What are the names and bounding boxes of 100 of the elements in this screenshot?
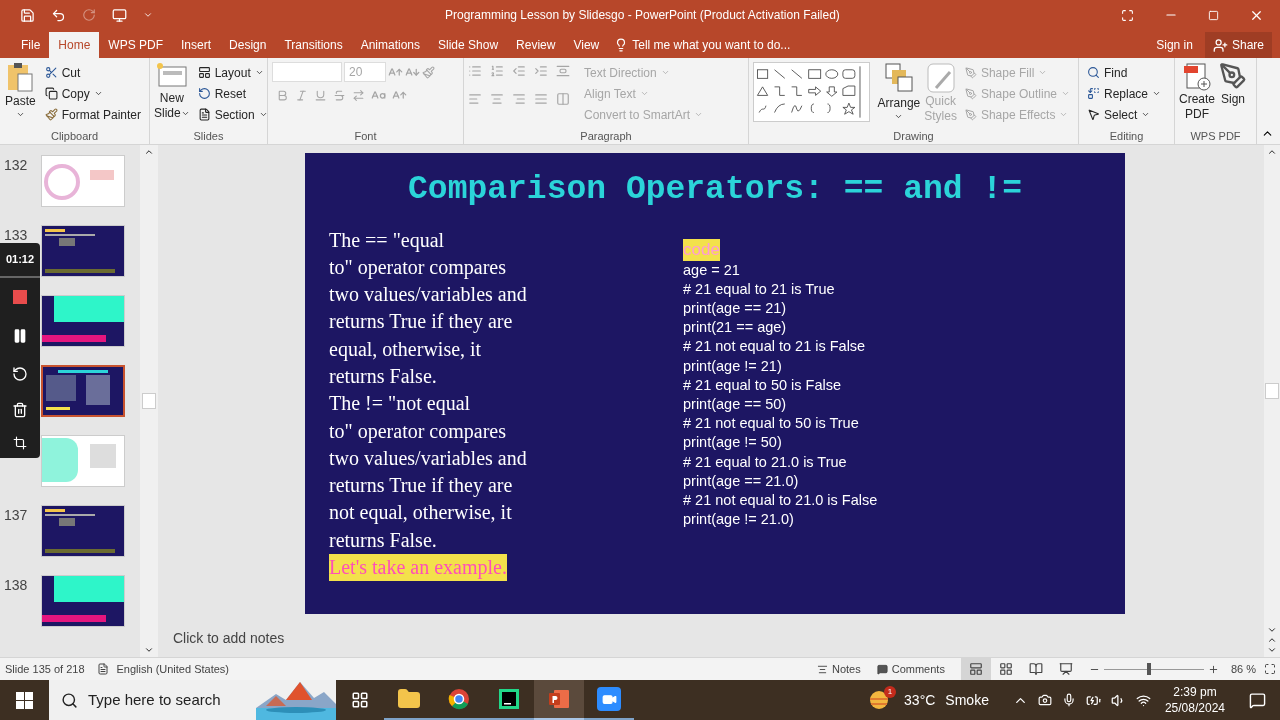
- sign-in-link[interactable]: Sign in: [1144, 36, 1205, 54]
- notes-button[interactable]: Notes: [809, 660, 869, 678]
- ribbon-button[interactable]: Find: [1083, 62, 1166, 83]
- zoom-in-icon[interactable]: [1207, 663, 1219, 675]
- zoom-level[interactable]: 86 %: [1230, 660, 1256, 678]
- clock-date[interactable]: 25/08/2024: [1164, 700, 1225, 716]
- slide-thumbnail[interactable]: [41, 155, 125, 207]
- code-line: # 21 not equal to 50 is True: [683, 414, 859, 434]
- create-pdf-button[interactable]: Create PDF: [1179, 62, 1216, 122]
- pdf-file-icon: [1183, 62, 1211, 92]
- scroll-down-icon[interactable]: [1267, 625, 1277, 635]
- menu-tab[interactable]: Slide Show: [429, 32, 508, 58]
- notes-field[interactable]: Click to add notes: [173, 628, 285, 649]
- scroll-up-icon[interactable]: [1267, 147, 1277, 157]
- slideshow-icon[interactable]: [112, 7, 127, 23]
- task-view-icon[interactable]: [351, 691, 369, 709]
- slide-number: 133: [4, 227, 28, 243]
- view-button[interactable]: [960, 658, 991, 680]
- weather-label[interactable]: Smoke: [945, 689, 989, 711]
- caret-icon: [1141, 110, 1151, 119]
- normal-view-icon: [968, 662, 983, 676]
- fit-slide-icon[interactable]: [1264, 663, 1276, 675]
- slide-thumbnail[interactable]: [41, 435, 125, 487]
- copy-icon: [44, 87, 58, 100]
- ribbon-button[interactable]: Replace: [1083, 83, 1166, 104]
- taskbar-search-field[interactable]: Type here to search: [49, 680, 336, 720]
- scroll-down-icon[interactable]: [144, 645, 154, 655]
- shape-gallery[interactable]: [753, 62, 870, 122]
- slide-thumbnail[interactable]: [41, 295, 125, 347]
- menu-tab[interactable]: Design: [220, 32, 276, 58]
- caret-icon: [1059, 110, 1069, 119]
- scroll-up-icon[interactable]: [144, 147, 154, 157]
- comments-button[interactable]: Comments: [868, 660, 953, 678]
- menu-tab[interactable]: Transitions: [275, 32, 352, 58]
- code-line: print(age != 50): [683, 433, 782, 453]
- recording-timer: 01:12: [5, 252, 35, 267]
- camera-icon[interactable]: [1037, 693, 1052, 707]
- group-label: Font: [353, 129, 378, 144]
- language-label[interactable]: English (United States): [116, 660, 229, 678]
- arrange-button[interactable]: Arrange: [877, 62, 921, 121]
- menu-tab[interactable]: File: [12, 32, 50, 58]
- ribbon-button[interactable]: Format Painter: [40, 104, 145, 125]
- scroll-thumb[interactable]: [142, 393, 156, 409]
- restart-icon[interactable]: [12, 365, 28, 382]
- menu-tab[interactable]: WPS PDF: [99, 32, 173, 58]
- previous-slide-icon[interactable]: [1267, 635, 1277, 645]
- scrollbar[interactable]: [1264, 145, 1280, 657]
- new-slide-button[interactable]: New Slide: [154, 62, 190, 121]
- code-line: print(age == 21): [683, 298, 787, 318]
- code-line: print(age == 50): [683, 394, 787, 414]
- caret-icon: [1038, 68, 1048, 77]
- scroll-thumb[interactable]: [1265, 383, 1279, 399]
- slide-thumbnail[interactable]: [41, 575, 125, 627]
- tell-me-field[interactable]: Tell me what you want to do...: [632, 36, 791, 54]
- microphone-icon[interactable]: [1061, 693, 1076, 707]
- scrollbar[interactable]: [140, 145, 158, 657]
- group-label: Editing: [1108, 129, 1145, 144]
- next-slide-icon[interactable]: [1267, 645, 1277, 655]
- slide-thumbnail[interactable]: [41, 365, 125, 417]
- ribbon-button[interactable]: Reset: [193, 83, 272, 104]
- new-slide-icon: [155, 62, 188, 88]
- slide-thumbnail[interactable]: [41, 505, 125, 557]
- slide-thumbnail[interactable]: [41, 225, 125, 277]
- ribbon-button[interactable]: Copy: [40, 83, 145, 104]
- temperature-label[interactable]: 33°C: [904, 689, 936, 711]
- share-button[interactable]: Share: [1204, 32, 1272, 58]
- menu-tab[interactable]: Animations: [351, 32, 430, 58]
- stop-button[interactable]: [13, 289, 27, 304]
- notification-center-icon[interactable]: [1249, 691, 1266, 709]
- layout-icon: [197, 66, 211, 79]
- paste-button[interactable]: Paste: [4, 62, 37, 119]
- ribbon-button[interactable]: Layout: [193, 62, 272, 83]
- undo-icon[interactable]: [51, 7, 66, 23]
- wifi-icon[interactable]: [1135, 692, 1151, 708]
- customize-icon[interactable]: [143, 10, 153, 20]
- restore-icon[interactable]: [1208, 9, 1219, 21]
- zoom-thumb[interactable]: [1147, 663, 1152, 675]
- caret-icon: [660, 68, 670, 77]
- code-line: # 21 equal to 21.0 is True: [683, 452, 847, 472]
- group-label: Clipboard: [49, 129, 100, 144]
- font-name-field[interactable]: [272, 62, 342, 82]
- menu-tab[interactable]: Insert: [172, 32, 221, 58]
- pause-icon[interactable]: [12, 327, 28, 344]
- group-label: Paragraph: [579, 129, 633, 144]
- sign-button[interactable]: Sign: [1219, 62, 1248, 108]
- save-icon[interactable]: [20, 7, 35, 23]
- arrange-icon: [883, 62, 914, 94]
- ribbon-button[interactable]: Section: [193, 104, 272, 125]
- ribbon-button[interactable]: Select: [1083, 104, 1166, 125]
- delete-icon[interactable]: [12, 401, 28, 418]
- crop-icon[interactable]: [13, 435, 27, 450]
- windows-logo-icon[interactable]: [16, 691, 33, 709]
- menu-tab[interactable]: Review: [507, 32, 565, 58]
- zoom-slider[interactable]: [1103, 663, 1204, 675]
- ribbon-button[interactable]: Cut: [40, 62, 145, 83]
- replace-icon: [1087, 87, 1100, 100]
- clock-time[interactable]: 2:39 pm: [1173, 684, 1217, 700]
- menu-tab[interactable]: View: [564, 32, 609, 58]
- menu-tab[interactable]: Home: [49, 32, 100, 58]
- caret-icon: [639, 89, 649, 98]
